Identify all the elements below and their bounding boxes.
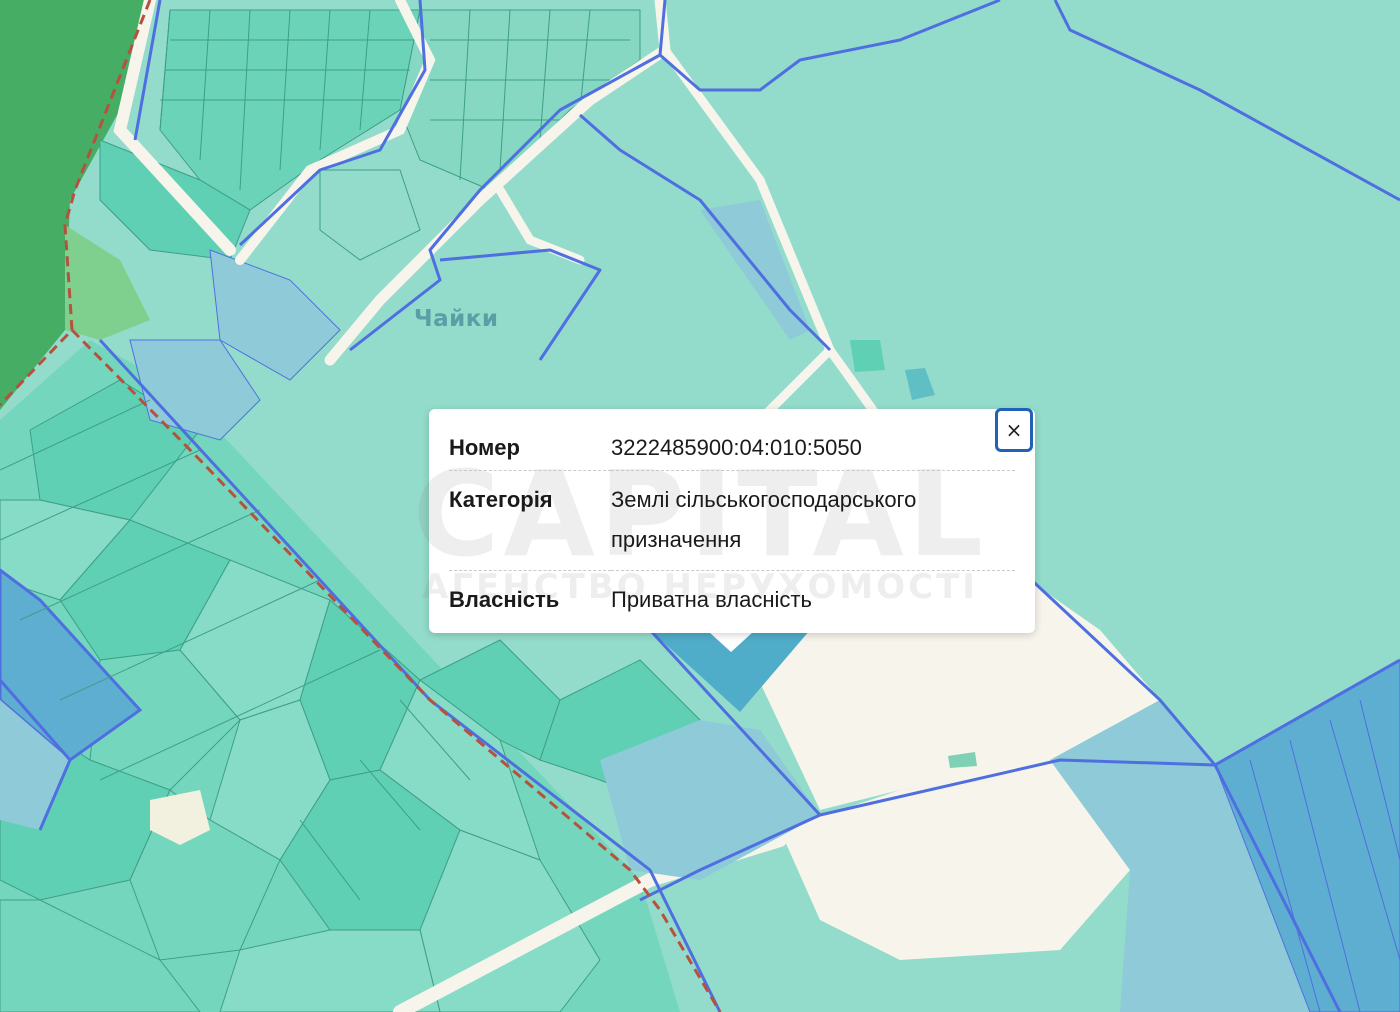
info-row-ownership: Власність Приватна власність xyxy=(449,570,1015,630)
popup-pointer xyxy=(709,632,753,652)
info-key: Категорія xyxy=(449,470,611,571)
info-row-number: Номер 3222485900:04:010:5050 xyxy=(449,426,1015,471)
cadastral-number: 3222485900:04:010:5050 xyxy=(611,435,862,460)
place-label: Чайки xyxy=(414,306,499,332)
info-row-category: Категорія Землі сільськогосподарського п… xyxy=(449,470,1015,571)
parcel-info-table: Номер 3222485900:04:010:5050 Категорія З… xyxy=(449,426,1015,630)
land-category: Землі сільськогосподарського призначення xyxy=(611,470,1015,571)
close-popup-button[interactable]: × xyxy=(995,408,1033,452)
info-key: Власність xyxy=(449,570,611,630)
ownership-type: Приватна власність xyxy=(611,570,1015,630)
info-key: Номер xyxy=(449,435,520,460)
